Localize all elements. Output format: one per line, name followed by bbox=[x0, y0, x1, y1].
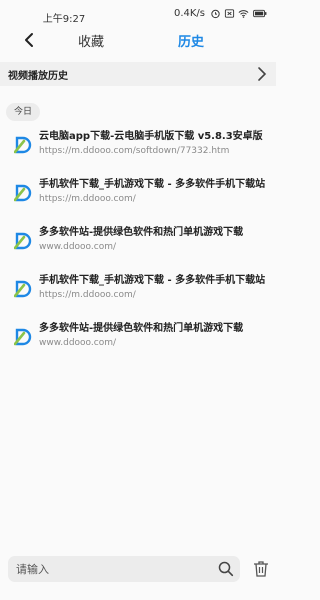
history-item-url: www.ddooo.com/ bbox=[39, 338, 117, 348]
site-logo-icon bbox=[14, 136, 32, 154]
video-history-title: 视频播放历史 bbox=[8, 71, 68, 82]
site-logo-icon bbox=[14, 328, 32, 346]
history-item[interactable]: 云电脑app下载-云电脑手机版下载 v5.8.3安卓版 https://m.dd… bbox=[0, 124, 276, 172]
date-group-label: 今日 bbox=[6, 103, 41, 121]
top-nav: 收藏 历史 bbox=[0, 26, 276, 54]
network-speed: 0.4K/s bbox=[173, 8, 205, 19]
alarm-icon bbox=[211, 9, 220, 19]
battery-icon bbox=[253, 9, 267, 18]
history-list: 云电脑app下载-云电脑手机版下载 v5.8.3安卓版 https://m.dd… bbox=[0, 124, 276, 364]
history-item-title: 多多软件站-提供绿色软件和热门单机游戏下载 bbox=[39, 323, 244, 334]
history-item[interactable]: 多多软件站-提供绿色软件和热门单机游戏下载 www.ddooo.com/ bbox=[0, 220, 276, 268]
history-item-title: 手机软件下载_手机游戏下载 - 多多软件手机下载站 bbox=[39, 275, 266, 286]
status-bar: 上午9:27 0.4K/s bbox=[0, 0, 276, 28]
bottom-bar bbox=[0, 556, 276, 584]
history-item[interactable]: 手机软件下载_手机游戏下载 - 多多软件手机下载站 https://m.ddoo… bbox=[0, 268, 276, 316]
status-icons: 0.4K/s bbox=[174, 8, 268, 19]
history-item-url: https://m.ddooo.com/ bbox=[39, 194, 136, 204]
search-icon[interactable] bbox=[217, 560, 235, 578]
history-item-url: https://m.ddooo.com/ bbox=[39, 290, 136, 300]
tab-history[interactable]: 历史 bbox=[178, 31, 204, 50]
chevron-right-icon bbox=[258, 67, 267, 81]
history-item-url: https://m.ddooo.com/softdown/77332.htm bbox=[39, 146, 230, 156]
history-item-title: 多多软件站-提供绿色软件和热门单机游戏下载 bbox=[39, 227, 244, 238]
history-item[interactable]: 手机软件下载_手机游戏下载 - 多多软件手机下载站 https://m.ddoo… bbox=[0, 172, 276, 220]
history-item-title: 手机软件下载_手机游戏下载 - 多多软件手机下载站 bbox=[39, 179, 266, 190]
video-history-row[interactable]: 视频播放历史 bbox=[0, 62, 276, 86]
site-logo-icon bbox=[14, 184, 32, 202]
search-input[interactable] bbox=[16, 560, 216, 578]
history-item[interactable]: 多多软件站-提供绿色软件和热门单机游戏下载 www.ddooo.com/ bbox=[0, 316, 276, 364]
wifi-icon bbox=[238, 10, 249, 18]
history-item-title: 云电脑app下载-云电脑手机版下载 v5.8.3安卓版 bbox=[39, 131, 263, 142]
tab-favorites[interactable]: 收藏 bbox=[78, 31, 104, 50]
history-item-url: www.ddooo.com/ bbox=[39, 242, 117, 252]
back-arrow-icon[interactable] bbox=[18, 28, 42, 52]
no-sim-icon bbox=[224, 9, 235, 18]
trash-icon[interactable] bbox=[252, 559, 270, 579]
site-logo-icon bbox=[14, 280, 32, 298]
site-logo-icon bbox=[14, 232, 32, 250]
search-box bbox=[8, 556, 240, 582]
